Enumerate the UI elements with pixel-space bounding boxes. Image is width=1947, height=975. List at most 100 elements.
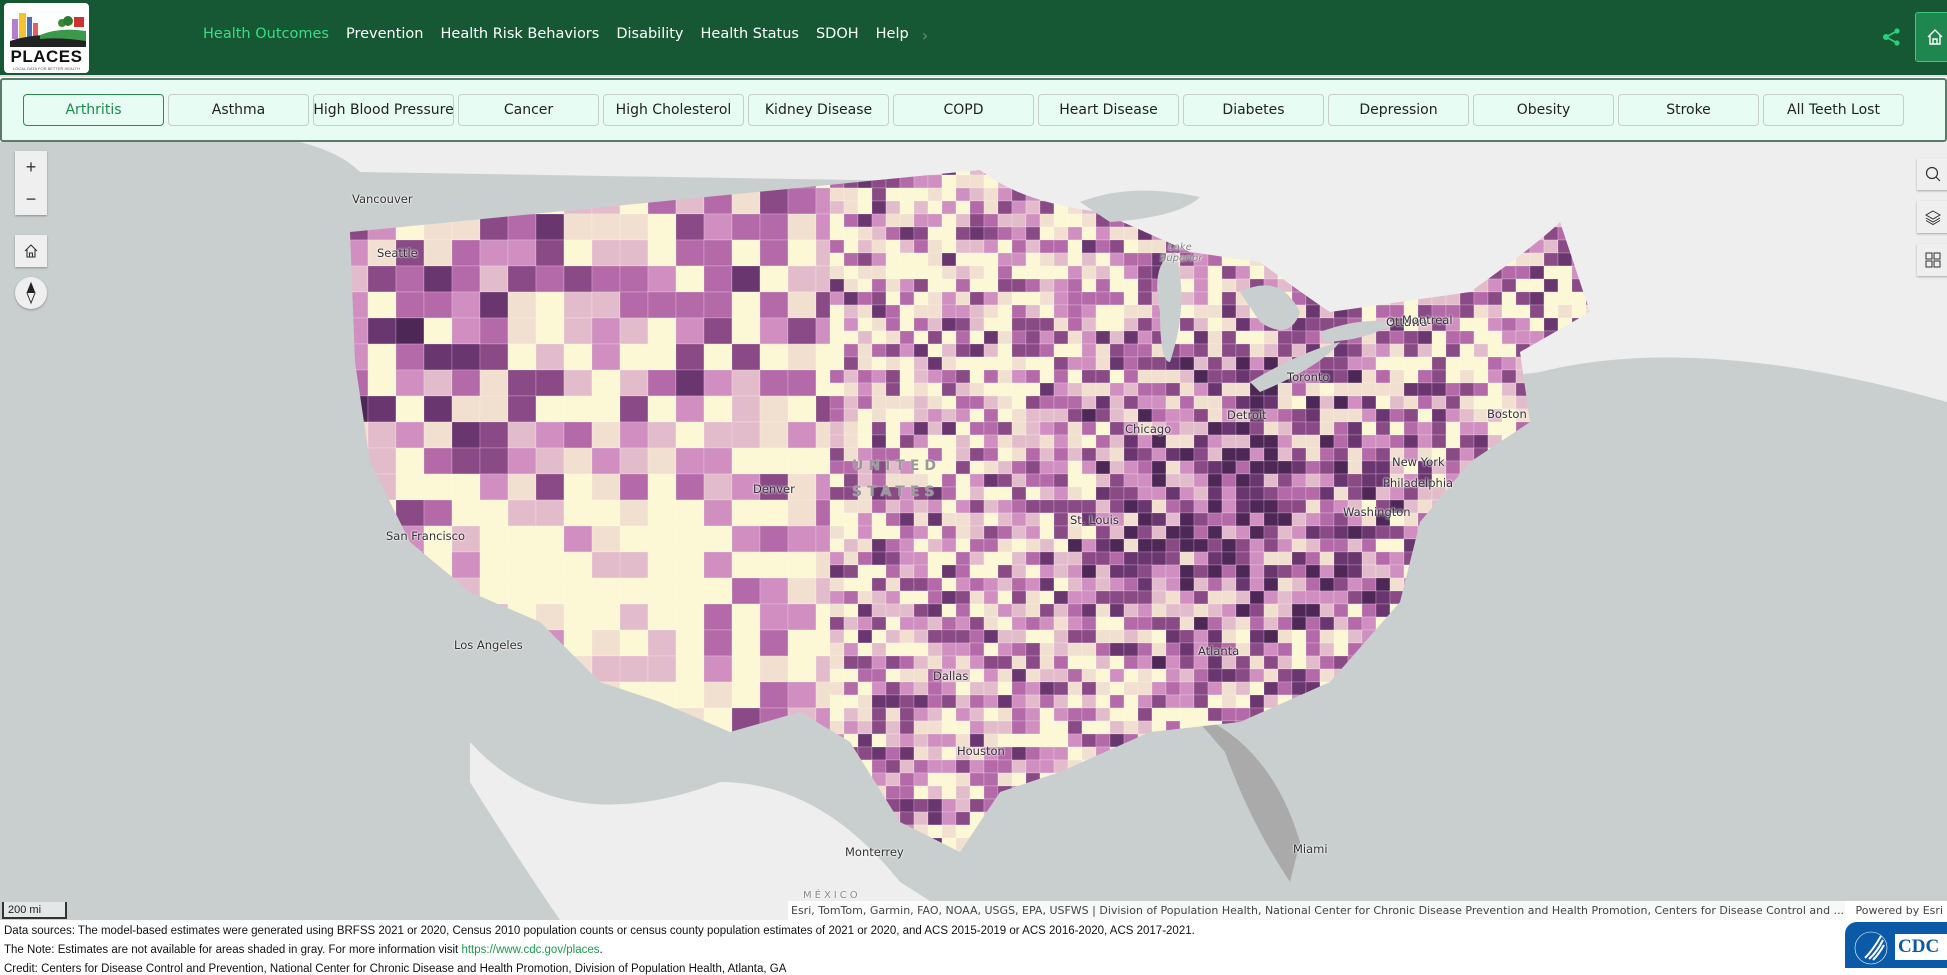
county-cell[interactable] [997, 655, 1013, 670]
county-cell[interactable] [1039, 317, 1055, 332]
county-cell[interactable] [1109, 525, 1125, 540]
county-cell[interactable] [1221, 681, 1237, 696]
county-cell[interactable] [1011, 551, 1027, 566]
county-cell[interactable] [1529, 525, 1545, 540]
county-cell[interactable] [955, 655, 971, 670]
county-cell[interactable] [1263, 343, 1279, 358]
county-cell[interactable] [1543, 408, 1559, 423]
county-cell[interactable] [451, 421, 481, 449]
county-cell[interactable] [899, 629, 915, 644]
county-cell[interactable] [969, 434, 985, 449]
county-cell[interactable] [1179, 356, 1195, 371]
county-cell[interactable] [1473, 356, 1489, 371]
county-cell[interactable] [1193, 759, 1209, 774]
county-cell[interactable] [1165, 603, 1181, 618]
county-cell[interactable] [1291, 759, 1307, 774]
county-cell[interactable] [759, 707, 789, 735]
county-cell[interactable] [1473, 785, 1489, 800]
county-cell[interactable] [1459, 629, 1475, 644]
county-cell[interactable] [1557, 473, 1573, 488]
county-cell[interactable] [1375, 356, 1391, 371]
county-cell[interactable] [1123, 460, 1139, 475]
county-cell[interactable] [1067, 460, 1083, 475]
county-cell[interactable] [1137, 642, 1153, 657]
county-cell[interactable] [1333, 798, 1349, 813]
county-cell[interactable] [1165, 564, 1181, 579]
county-cell[interactable] [1025, 382, 1041, 397]
county-cell[interactable] [1109, 642, 1125, 657]
county-cell[interactable] [899, 291, 915, 306]
county-cell[interactable] [1557, 733, 1573, 748]
county-cell[interactable] [913, 785, 929, 800]
county-cell[interactable] [1459, 538, 1475, 553]
county-cell[interactable] [1305, 616, 1321, 631]
county-cell[interactable] [983, 525, 999, 540]
county-cell[interactable] [913, 616, 929, 631]
county-cell[interactable] [1417, 746, 1433, 761]
county-cell[interactable] [1081, 538, 1097, 553]
county-cell[interactable] [829, 655, 845, 670]
county-cell[interactable] [969, 252, 985, 267]
county-cell[interactable] [1389, 707, 1405, 722]
county-cell[interactable] [1081, 499, 1097, 514]
county-cell[interactable] [1459, 317, 1475, 332]
county-cell[interactable] [591, 707, 621, 735]
county-cell[interactable] [703, 187, 733, 215]
county-cell[interactable] [983, 304, 999, 319]
county-cell[interactable] [1011, 837, 1027, 852]
county-cell[interactable] [927, 408, 943, 423]
county-cell[interactable] [395, 655, 425, 683]
county-cell[interactable] [1543, 473, 1559, 488]
county-cell[interactable] [871, 213, 887, 228]
county-cell[interactable] [1179, 330, 1195, 345]
county-cell[interactable] [1207, 460, 1223, 475]
county-cell[interactable] [899, 590, 915, 605]
county-cell[interactable] [1529, 486, 1545, 501]
county-cell[interactable] [1193, 772, 1209, 787]
county-cell[interactable] [1081, 850, 1097, 864]
county-cell[interactable] [927, 720, 943, 735]
county-cell[interactable] [1515, 304, 1531, 319]
county-cell[interactable] [619, 577, 649, 605]
county-cell[interactable] [1025, 265, 1041, 280]
county-cell[interactable] [927, 564, 943, 579]
county-cell[interactable] [941, 746, 957, 761]
county-cell[interactable] [367, 811, 397, 839]
county-cell[interactable] [1347, 681, 1363, 696]
county-cell[interactable] [1585, 837, 1600, 852]
chevron-right-icon[interactable]: › [922, 26, 928, 45]
county-cell[interactable] [955, 824, 971, 839]
county-cell[interactable] [1011, 798, 1027, 813]
county-cell[interactable] [1193, 512, 1209, 527]
county-cell[interactable] [871, 187, 887, 202]
county-cell[interactable] [843, 564, 859, 579]
county-cell[interactable] [1095, 525, 1111, 540]
county-cell[interactable] [1557, 460, 1573, 475]
county-cell[interactable] [1333, 421, 1349, 436]
county-cell[interactable] [1151, 837, 1167, 852]
county-cell[interactable] [1067, 434, 1083, 449]
county-cell[interactable] [885, 291, 901, 306]
county-cell[interactable] [1417, 772, 1433, 787]
county-cell[interactable] [1543, 642, 1559, 657]
county-cell[interactable] [885, 616, 901, 631]
county-cell[interactable] [1375, 590, 1391, 605]
county-cell[interactable] [1207, 343, 1223, 358]
county-cell[interactable] [1403, 746, 1419, 761]
county-cell[interactable] [1137, 603, 1153, 618]
county-cell[interactable] [1557, 486, 1573, 501]
county-cell[interactable] [479, 681, 509, 709]
county-cell[interactable] [535, 551, 565, 579]
county-cell[interactable] [1263, 681, 1279, 696]
county-cell[interactable] [1081, 226, 1097, 241]
county-cell[interactable] [563, 317, 593, 345]
county-cell[interactable] [843, 577, 859, 592]
county-cell[interactable] [479, 291, 509, 319]
county-cell[interactable] [507, 239, 537, 267]
county-cell[interactable] [1067, 603, 1083, 618]
county-cell[interactable] [1487, 603, 1503, 618]
county-cell[interactable] [1445, 343, 1461, 358]
county-cell[interactable] [1095, 681, 1111, 696]
county-cell[interactable] [340, 317, 369, 345]
county-cell[interactable] [1361, 603, 1377, 618]
